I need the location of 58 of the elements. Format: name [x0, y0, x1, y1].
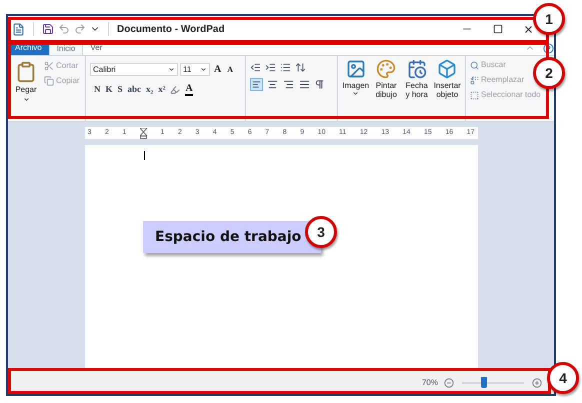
caret-icon	[168, 66, 175, 73]
zoom-out-icon[interactable]	[444, 378, 454, 388]
indent-marker-icon[interactable]	[140, 128, 147, 138]
format-button[interactable]: abc	[128, 83, 142, 96]
palette-icon	[376, 59, 396, 79]
scissors-icon	[44, 61, 54, 71]
font-size-dropdown[interactable]: 11	[180, 63, 210, 76]
font-color-button[interactable]: A	[185, 84, 193, 96]
align-icon[interactable]	[298, 78, 311, 91]
number-marker: 4	[547, 362, 579, 394]
insert-button[interactable]: Pintar dibujo	[372, 59, 400, 112]
help-icon[interactable]	[543, 43, 554, 54]
app-icon	[12, 22, 25, 36]
grow-font-button[interactable]: A	[212, 62, 224, 77]
caret-icon	[352, 90, 360, 97]
shrink-font-button[interactable]: A	[225, 64, 236, 76]
maximize-icon[interactable]	[493, 24, 503, 34]
caret-icon	[22, 96, 30, 103]
replace-icon	[470, 76, 479, 84]
cube-icon	[437, 59, 458, 79]
insert-button[interactable]: Fecha y hora	[403, 59, 430, 112]
paste-button[interactable]: Pegar	[12, 60, 40, 112]
number-marker: 2	[533, 57, 565, 89]
format-button[interactable]: S	[118, 83, 123, 96]
caret-icon	[200, 66, 207, 73]
close-icon[interactable]	[523, 24, 534, 34]
format-button[interactable]: K	[106, 83, 113, 96]
ribbon-tab[interactable]: Ver	[83, 41, 110, 55]
insert-button[interactable]: Imagen	[342, 59, 370, 112]
paragraph-icon[interactable]	[314, 79, 325, 90]
insert-button[interactable]: Insertar objeto	[434, 59, 461, 112]
increase-indent-icon[interactable]	[265, 62, 276, 73]
clipboard-icon	[15, 60, 37, 84]
zoom-level: 70%	[422, 376, 438, 388]
redo-icon[interactable]	[74, 23, 86, 35]
document-page[interactable]	[84, 145, 478, 370]
decrease-indent-icon[interactable]	[250, 62, 261, 73]
line-spacing-icon[interactable]	[295, 62, 306, 73]
search-icon	[470, 60, 479, 70]
zoom-slider-thumb[interactable]	[480, 376, 487, 388]
align-icon[interactable]	[250, 78, 263, 91]
align-icon[interactable]	[282, 78, 295, 91]
font-family-dropdown[interactable]: Calibri	[90, 63, 178, 76]
format-button[interactable]: N	[94, 83, 100, 96]
image-icon	[346, 59, 366, 79]
select-all-icon	[470, 90, 479, 100]
calendar-icon	[406, 59, 427, 79]
format-button[interactable]: x₂	[146, 83, 154, 96]
undo-icon[interactable]	[58, 23, 70, 35]
zoom-in-icon[interactable]	[532, 378, 542, 388]
save-icon[interactable]	[42, 23, 54, 35]
align-icon[interactable]	[266, 78, 279, 91]
highlighter-icon[interactable]	[170, 84, 180, 95]
number-marker: 1	[533, 3, 565, 35]
copy-icon	[44, 76, 54, 86]
list-icon[interactable]	[280, 62, 291, 73]
format-button[interactable]: x²	[158, 83, 166, 96]
window-title: Documento - WordPad	[117, 22, 225, 36]
